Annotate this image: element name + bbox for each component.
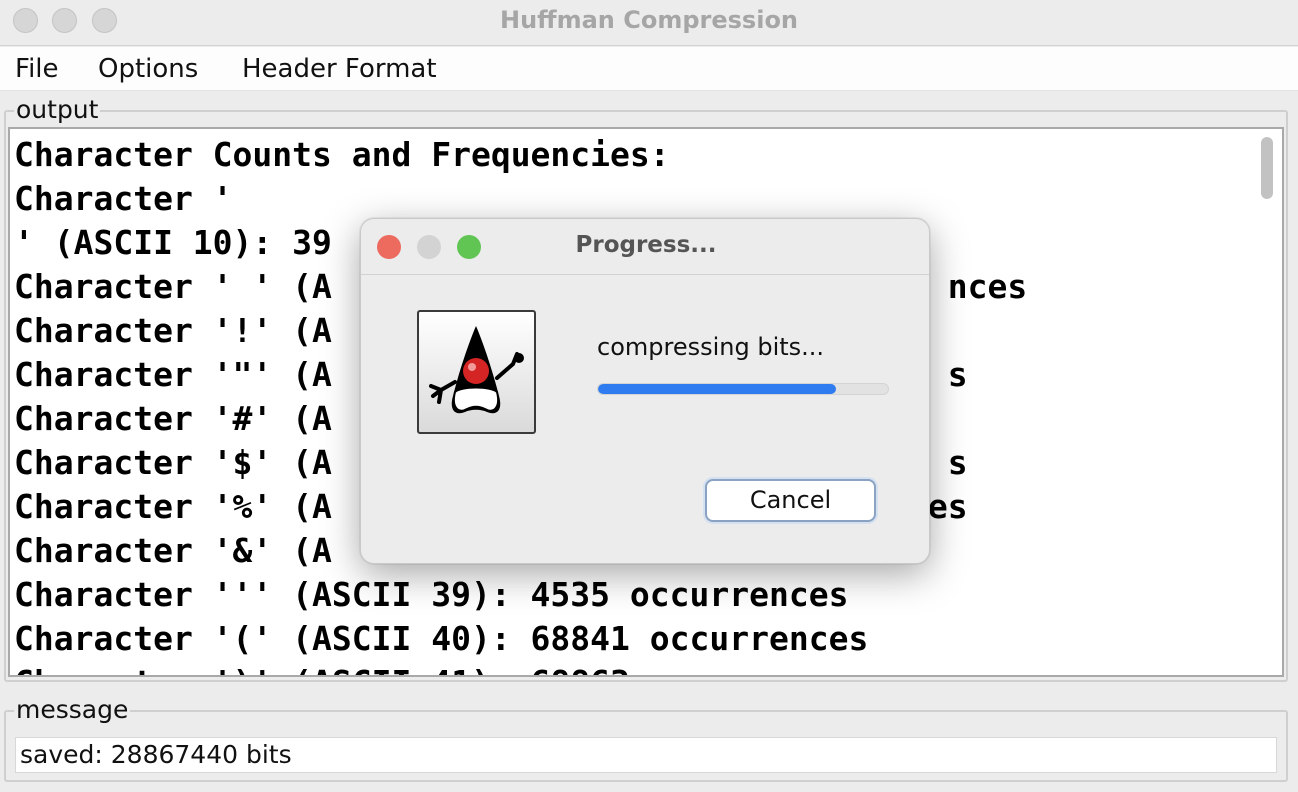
menu-header-format[interactable]: Header Format	[242, 54, 437, 84]
dialog-title: Progress...	[575, 232, 717, 258]
output-line: Character '	[14, 179, 233, 218]
message-label: message	[14, 695, 131, 724]
output-line: Character '!' (A	[14, 311, 332, 350]
message-field[interactable]: saved: 28867440 bits	[15, 737, 1277, 773]
output-line: Character Counts and Frequencies:	[14, 135, 670, 174]
main-title-bar: Huffman Compression	[0, 0, 1298, 46]
window-title: Huffman Compression	[499, 6, 799, 34]
output-scrollbar[interactable]	[1258, 131, 1280, 673]
progress-bar	[597, 383, 889, 395]
output-line: Character ')' (ASCII 41): 68863 occurren…	[14, 663, 868, 675]
java-duke-icon	[417, 310, 536, 434]
progress-bar-fill	[598, 384, 836, 394]
output-scrollbar-thumb[interactable]	[1261, 137, 1273, 199]
menu-bar: File Options Header Format	[0, 47, 1298, 91]
dialog-title-bar: Progress...	[361, 219, 929, 275]
output-label: output	[14, 95, 101, 124]
progress-status-text: compressing bits...	[597, 333, 825, 361]
output-line: Character '(' (ASCII 40): 68841 occurren…	[14, 619, 869, 658]
menu-file[interactable]: File	[15, 54, 59, 84]
cancel-button[interactable]: Cancel	[705, 479, 876, 522]
output-line: Character ''' (ASCII 39): 4535 occurrenc…	[14, 575, 849, 614]
output-line: Character '#' (A	[14, 399, 332, 438]
menu-options[interactable]: Options	[98, 54, 198, 84]
output-line: ' (ASCII 10): 39	[14, 223, 332, 262]
progress-dialog: Progress... compressing bits... Cancel	[360, 218, 930, 564]
output-line: Character '&' (A	[14, 531, 332, 570]
